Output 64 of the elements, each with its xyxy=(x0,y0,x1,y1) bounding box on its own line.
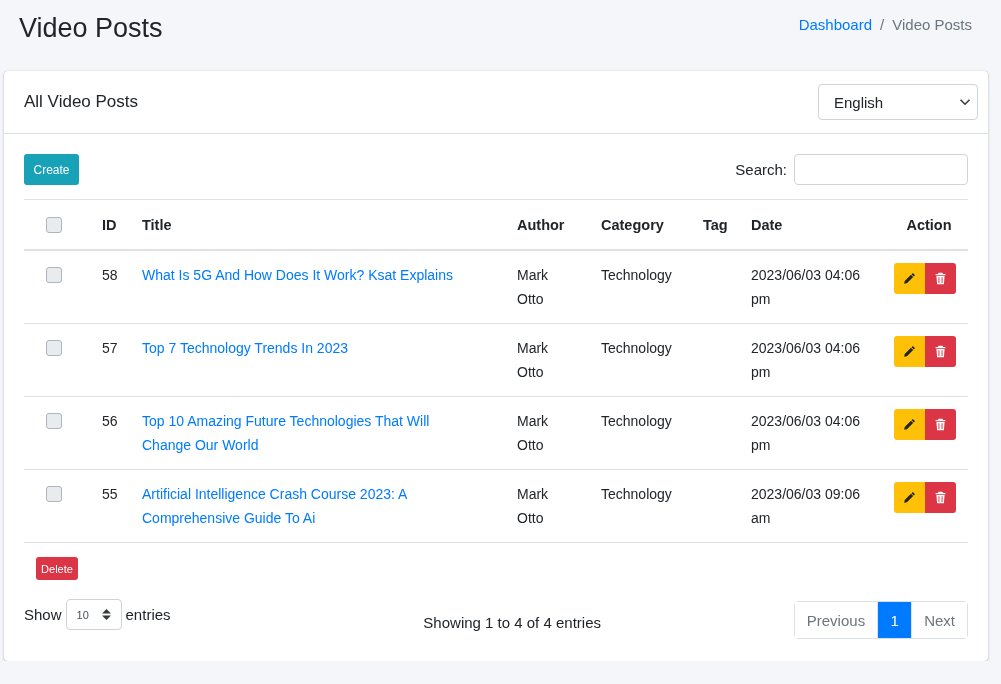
post-title-link[interactable]: Top 10 Amazing Future Technologies That Will Change Our World xyxy=(142,409,462,457)
table-cell: Technology xyxy=(589,396,691,470)
pencil-icon xyxy=(903,345,916,358)
trash-icon xyxy=(934,272,947,285)
table-cell: Technology xyxy=(589,469,691,543)
table-cell: Mark Otto xyxy=(505,469,589,543)
table-cell: 2023/06/03 04:06 pm xyxy=(739,323,882,397)
show-label: Show xyxy=(24,606,62,623)
sort-icon xyxy=(101,609,111,620)
column-header: Action xyxy=(882,199,968,250)
trash-icon xyxy=(934,418,947,431)
entries-label: entries xyxy=(125,606,171,623)
column-header: Title xyxy=(130,199,505,250)
column-header: Author xyxy=(505,199,589,250)
search-field[interactable] xyxy=(794,154,968,185)
column-header: Category xyxy=(589,199,691,250)
page-button[interactable]: 1 xyxy=(877,602,912,638)
delete-button[interactable] xyxy=(925,482,956,513)
pencil-icon xyxy=(903,491,916,504)
post-title-link[interactable]: Top 7 Technology Trends In 2023 xyxy=(142,336,462,360)
checkbox[interactable] xyxy=(46,267,62,283)
table-cell: 2023/06/03 09:06 am xyxy=(739,469,882,543)
pencil-icon xyxy=(903,418,916,431)
checkbox[interactable] xyxy=(46,486,62,502)
breadcrumb-current: Video Posts xyxy=(892,16,972,33)
column-header: Date xyxy=(739,199,882,250)
delete-button[interactable] xyxy=(925,409,956,440)
pencil-icon xyxy=(903,272,916,285)
table-cell: Technology xyxy=(589,323,691,397)
checkbox[interactable] xyxy=(46,217,62,233)
breadcrumb-separator: / xyxy=(880,16,885,33)
delete-button[interactable] xyxy=(925,336,956,367)
table-cell: 56 xyxy=(90,396,130,470)
page-title: Video Posts xyxy=(19,12,163,44)
language-select[interactable]: English xyxy=(818,84,978,120)
search-label: Search: xyxy=(735,161,787,178)
trash-icon xyxy=(934,491,947,504)
table-cell: Technology xyxy=(589,250,691,324)
checkbox[interactable] xyxy=(46,413,62,429)
table-cell: 58 xyxy=(90,250,130,324)
card-title: All Video Posts xyxy=(24,92,139,112)
bulk-delete-button[interactable]: Delete xyxy=(36,557,78,580)
table-cell: 55 xyxy=(90,469,130,543)
checkbox[interactable] xyxy=(46,340,62,356)
table-cell: 2023/06/03 04:06 pm xyxy=(739,396,882,470)
create-button[interactable]: Create xyxy=(24,154,79,185)
edit-button[interactable] xyxy=(894,336,925,367)
table-cell: Mark Otto xyxy=(505,250,589,324)
edit-button[interactable] xyxy=(894,263,925,294)
column-header: Tag xyxy=(691,199,739,250)
edit-button[interactable] xyxy=(894,409,925,440)
table-cell: Mark Otto xyxy=(505,323,589,397)
edit-button[interactable] xyxy=(894,482,925,513)
delete-button[interactable] xyxy=(925,263,956,294)
breadcrumb-link[interactable]: Dashboard xyxy=(798,16,873,33)
table-cell: 2023/06/03 04:06 pm xyxy=(739,250,882,324)
trash-icon xyxy=(934,345,947,358)
post-title-link[interactable]: Artificial Intelligence Crash Course 2023: A Comprehensive Guide To Ai xyxy=(142,482,462,530)
column-header: ID xyxy=(90,199,130,250)
page-length-select[interactable]: 10 xyxy=(65,599,122,630)
post-title-link[interactable]: What Is 5G And How Does It Work? Ksat Explains xyxy=(142,263,462,287)
table-cell: Mark Otto xyxy=(505,396,589,470)
table-info: Showing 1 to 4 of 4 entries xyxy=(423,614,601,631)
table-cell: 57 xyxy=(90,323,130,397)
